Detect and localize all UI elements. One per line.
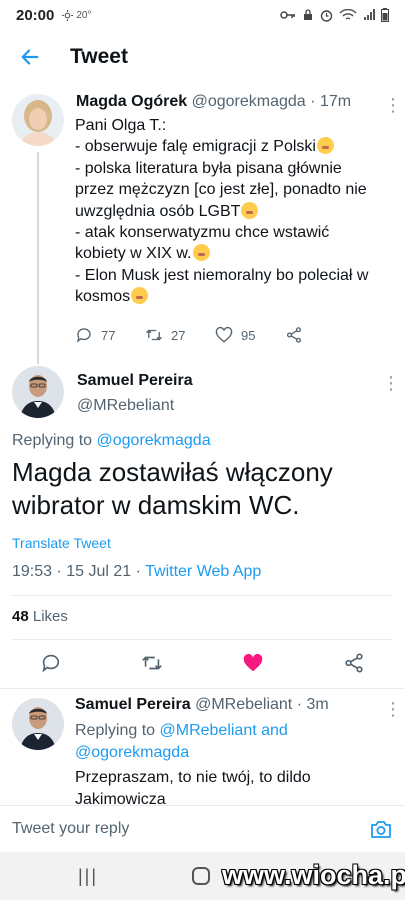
avatar-samuel[interactable] (12, 698, 64, 750)
tweet-line: - atak konserwatyzmu chce wstawić (75, 224, 330, 242)
avatar-image (12, 698, 64, 750)
reply-composer[interactable]: Tweet your reply (0, 805, 405, 852)
tweet-source-link[interactable]: Twitter Web App (145, 563, 261, 580)
share-button[interactable] (285, 326, 355, 344)
alarm-icon (320, 9, 333, 22)
status-bar: 20:00 20° (0, 0, 405, 30)
likes-number: 48 (12, 608, 29, 625)
likes-count-link[interactable]: 48 Likes (12, 608, 68, 625)
smirk-emoji-icon (192, 244, 210, 262)
reply-icon (76, 328, 91, 343)
author-handle[interactable]: @MRebeliant (195, 696, 292, 713)
tweet-text: Przepraszam, to nie twój, to dildo Jakim… (75, 769, 311, 804)
author-name[interactable]: Samuel Pereira (77, 372, 193, 390)
avatar-image (12, 94, 64, 146)
retweet-count: 27 (171, 327, 186, 343)
reply-count: 77 (101, 327, 116, 343)
tweet-metadata: 19:53 · 15 Jul 21 · Twitter Web App (12, 563, 261, 581)
battery-icon (381, 8, 389, 22)
page-title: Tweet (70, 45, 128, 68)
tweet-line: - obserwuje falę emigracji z Polski (75, 136, 395, 157)
author-handle[interactable]: @MRebeliant (77, 397, 174, 415)
smirk-emoji-icon (131, 287, 149, 305)
heart-icon (215, 326, 233, 343)
like-count: 95 (241, 327, 256, 343)
tweet-line: Pani Olga T.: (75, 117, 167, 134)
more-options-icon[interactable]: ⋮ (382, 374, 400, 392)
camera-icon[interactable] (369, 817, 393, 841)
avatar-magda[interactable] (12, 94, 64, 146)
tweet-text: Magda zostawiłaś włączony wibrator w dam… (12, 457, 333, 520)
tweet-line: kobiety w XIX w. (75, 243, 395, 264)
share-icon (286, 327, 302, 343)
weather-indicator: 20° (62, 9, 92, 21)
replying-to: Replying to @ogorekmagda (12, 432, 211, 449)
tweet-actions (0, 652, 405, 674)
more-options-icon[interactable]: ⋮ (384, 700, 402, 718)
retweet-icon (146, 329, 162, 341)
status-temperature: 20° (76, 9, 92, 21)
system-navigation-bar: ||| www.wiocha.pl (0, 852, 405, 900)
home-button[interactable] (192, 867, 210, 885)
liked-heart-icon[interactable] (242, 652, 264, 674)
recent-apps-button[interactable]: ||| (78, 866, 98, 887)
back-arrow-icon (21, 49, 39, 65)
divider (0, 688, 405, 689)
smirk-emoji-icon (316, 137, 334, 155)
wifi-icon (339, 8, 357, 20)
reply-input[interactable]: Tweet your reply (12, 820, 129, 838)
author-name[interactable]: Samuel Pereira (75, 696, 191, 713)
tweet-text: Pani Olga T.: - obserwuje falę emigracji… (75, 115, 395, 308)
translate-tweet-link[interactable]: Translate Tweet (12, 535, 111, 551)
tweet-header: Magda Ogórek @ogorekmagda · 17m (76, 93, 351, 111)
divider (12, 595, 392, 596)
tweet-line: kosmos (75, 286, 395, 307)
replying-to: Replying to @MRebeliant and @ogorekmagda (75, 722, 288, 761)
replying-to-link[interactable]: @MRebeliant (160, 722, 257, 739)
tweet-datetime: 19:53 · 15 Jul 21 · (12, 563, 146, 580)
key-icon (280, 11, 295, 19)
back-button[interactable] (0, 30, 60, 84)
tweet-line: przez mężczyzn [co jest złe], ponadto ni… (75, 181, 367, 199)
reply-icon[interactable] (40, 652, 62, 674)
watermark-logo: www.wiocha.pl (222, 860, 405, 890)
divider (12, 639, 392, 640)
tweet-time: · 3m (296, 696, 329, 713)
reply-tweet[interactable]: Samuel Pereira @MRebeliant · 3m ⋮ Replyi… (0, 690, 405, 804)
share-icon[interactable] (343, 652, 365, 674)
signal-icon (364, 9, 375, 20)
smirk-emoji-icon (241, 201, 259, 219)
tweet-actions: 77 27 95 (75, 326, 355, 344)
sun-icon (62, 9, 74, 21)
status-icons (280, 8, 389, 22)
thread-line (37, 152, 39, 364)
status-time: 20:00 (16, 6, 55, 24)
replying-to-link[interactable]: @ogorekmagda (97, 432, 211, 449)
tweet-line: - Elon Musk jest niemoralny bo poleciał … (75, 266, 369, 284)
avatar-image (12, 366, 64, 418)
retweet-icon[interactable] (141, 652, 163, 674)
tweet-header: Samuel Pereira @MRebeliant · 3m (75, 696, 329, 714)
tweet-line: uwzględnia osób LGBT (75, 201, 395, 222)
tweet-line: - polska literatura była pisana głównie (75, 159, 342, 177)
author-handle[interactable]: @ogorekmagda (192, 93, 306, 110)
lock-icon (304, 9, 312, 20)
tweet-time: · 17m (310, 93, 352, 110)
author-name[interactable]: Magda Ogórek (76, 93, 187, 110)
retweet-button[interactable]: 27 (145, 326, 215, 344)
avatar-samuel[interactable] (12, 366, 64, 418)
more-options-icon[interactable]: ⋮ (384, 96, 402, 114)
reply-button[interactable]: 77 (75, 326, 145, 344)
likes-label: Likes (32, 608, 68, 625)
replying-to-link[interactable]: @ogorekmagda (75, 744, 189, 761)
like-button[interactable]: 95 (215, 326, 285, 344)
top-app-bar: Tweet (0, 30, 405, 84)
